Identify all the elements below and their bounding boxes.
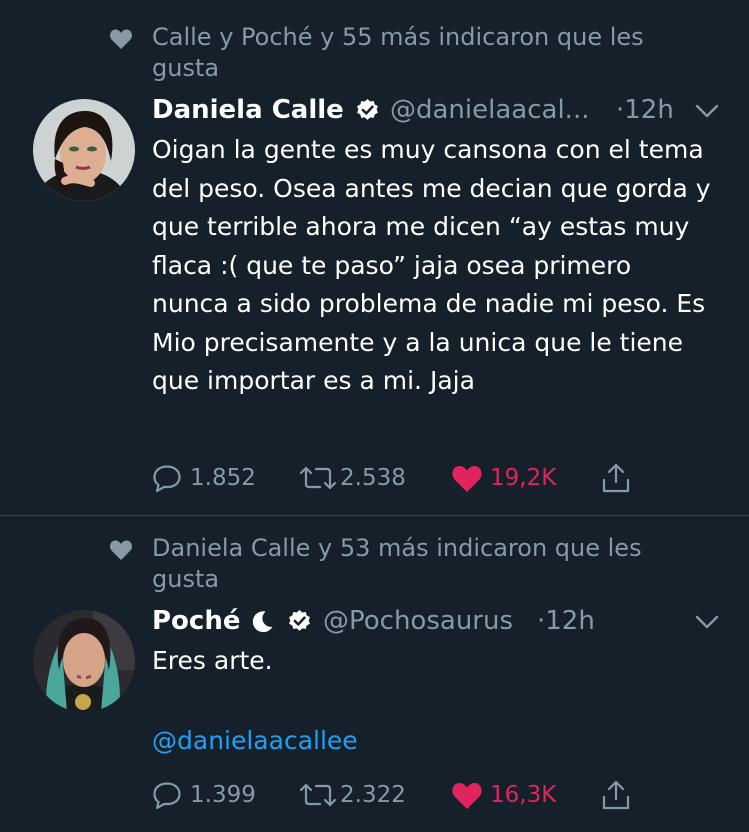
reply-icon[interactable] xyxy=(152,464,182,492)
chevron-down-icon[interactable] xyxy=(694,613,720,631)
tweet-text: Eres arte. xyxy=(152,646,273,675)
tweet[interactable]: Calle y Poché y 55 más indicaron que les… xyxy=(0,0,749,516)
reply-count: 1.852 xyxy=(190,465,256,491)
handle[interactable]: @Pochosaurus xyxy=(323,603,513,639)
heart-filled-icon[interactable] xyxy=(451,781,483,810)
crescent-moon-icon xyxy=(252,611,273,633)
timestamp[interactable]: ·12h xyxy=(616,92,674,128)
tweet-actions: 1.852 2.538 19,2K xyxy=(0,461,749,495)
like-count: 19,2K xyxy=(490,465,557,491)
share-icon[interactable] xyxy=(600,462,632,494)
verified-badge-icon xyxy=(357,99,378,120)
handle[interactable]: @danielaacal... xyxy=(390,92,589,128)
avatar-photo xyxy=(33,610,135,712)
avatar-photo xyxy=(33,99,135,201)
social-context-text: Calle y Poché y 55 más indicaron que les… xyxy=(152,23,644,82)
reply-icon[interactable] xyxy=(152,781,182,809)
timestamp[interactable]: ·12h xyxy=(537,603,595,639)
tweet-text: Oigan la gente es muy cansona con el tem… xyxy=(152,135,711,395)
display-name[interactable]: Poché xyxy=(152,603,240,639)
verified-badge-icon xyxy=(289,610,310,631)
social-context-text: Daniela Calle y 53 más indicaron que les… xyxy=(152,534,642,593)
retweet-count: 2.538 xyxy=(340,465,406,491)
reply-count: 1.399 xyxy=(190,782,256,808)
like-count: 16,3K xyxy=(490,782,557,808)
tweet[interactable]: Daniela Calle y 53 más indicaron que les… xyxy=(0,516,749,832)
tweet-header: Daniela Calle @danielaacal... ·12h xyxy=(152,92,749,128)
tweet-actions: 1.399 2.322 16,3K xyxy=(0,778,749,812)
display-name[interactable]: Daniela Calle xyxy=(152,92,344,128)
chevron-down-icon[interactable] xyxy=(694,102,720,120)
share-icon[interactable] xyxy=(600,779,632,811)
tweet-header: Poché @Pochosaurus ·12h xyxy=(152,603,749,639)
heart-filled-icon[interactable] xyxy=(451,464,483,493)
retweet-icon[interactable] xyxy=(298,465,338,491)
avatar[interactable] xyxy=(33,99,135,201)
heart-icon xyxy=(110,540,132,560)
retweet-count: 2.322 xyxy=(340,782,406,808)
mention-link[interactable]: @danielaacallee xyxy=(152,723,358,759)
retweet-icon[interactable] xyxy=(298,782,338,808)
avatar[interactable] xyxy=(33,610,135,712)
heart-icon xyxy=(110,29,132,49)
